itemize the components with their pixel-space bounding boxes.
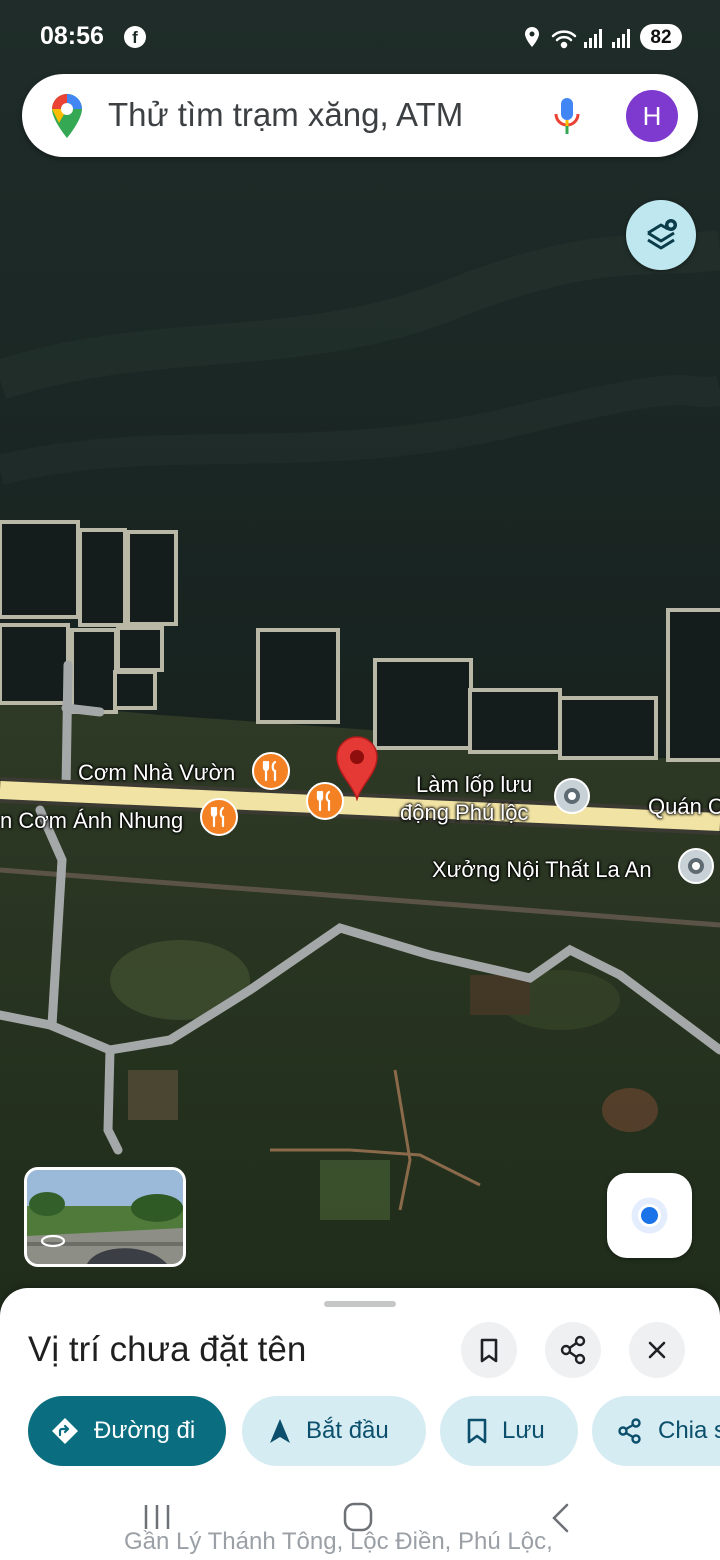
wifi-icon [551, 30, 577, 49]
restaurant-icon[interactable] [200, 798, 238, 836]
restaurant-icon[interactable] [252, 752, 290, 790]
mic-icon[interactable] [552, 96, 582, 138]
360-view-icon [40, 1234, 66, 1248]
layers-icon [647, 219, 677, 250]
bookmark-button[interactable] [461, 1322, 517, 1378]
layers-button[interactable] [626, 200, 696, 270]
home-icon[interactable] [340, 1501, 376, 1533]
close-button[interactable] [629, 1322, 685, 1378]
search-input[interactable]: Thử tìm trạm xăng, ATM [108, 96, 463, 134]
directions-icon [52, 1418, 78, 1444]
poi-label-lam-lop-line1[interactable]: Làm lốp lưu [416, 772, 532, 798]
close-icon [648, 1341, 666, 1359]
poi-label-quan[interactable]: Quán C [648, 794, 720, 820]
share-chip-button[interactable]: Chia s [592, 1396, 720, 1466]
directions-button[interactable]: Đường đi [28, 1396, 226, 1466]
back-icon[interactable] [546, 1502, 576, 1534]
status-icons [525, 27, 630, 49]
status-time: 08:56 [40, 22, 104, 50]
recent-apps-icon[interactable] [140, 1502, 174, 1532]
fork-knife-icon [210, 806, 225, 828]
my-location-button[interactable] [607, 1173, 692, 1258]
place-title: Vị trí chưa đặt tên [28, 1330, 307, 1369]
poi-label-com-anh-nhung[interactable]: n Cơm Ánh Nhung [0, 808, 183, 834]
share-icon [560, 1335, 586, 1365]
start-label: Bắt đầu [306, 1417, 389, 1444]
place-dot-icon [688, 858, 704, 874]
poi-label-lam-lop-line2[interactable]: động Phú lộc [400, 800, 528, 826]
search-bar[interactable]: Thử tìm trạm xăng, ATM H [22, 74, 698, 157]
poi-label-xuong-noi-that[interactable]: Xưởng Nội Thất La An [432, 857, 652, 883]
battery-indicator: 82 [640, 24, 682, 50]
directions-label: Đường đi [94, 1417, 196, 1444]
place-marker-icon[interactable] [554, 778, 590, 814]
navigation-arrow-icon [270, 1419, 290, 1443]
share-button[interactable] [545, 1322, 601, 1378]
save-button[interactable]: Lưu [440, 1396, 578, 1466]
share-label: Chia s [658, 1417, 720, 1444]
bookmark-icon [467, 1418, 487, 1444]
location-icon [525, 27, 539, 47]
account-avatar[interactable]: H [626, 90, 678, 142]
my-location-icon [631, 1197, 668, 1234]
street-view-thumbnail[interactable] [24, 1167, 186, 1267]
share-icon [618, 1418, 641, 1444]
poi-label-com-nha-vuon[interactable]: Cơm Nhà Vườn [78, 760, 235, 786]
system-navigation-bar [0, 1500, 720, 1560]
place-marker-icon[interactable] [678, 848, 714, 884]
dropped-pin-icon[interactable] [333, 733, 381, 801]
facebook-icon: f [124, 26, 146, 48]
google-maps-pin-icon [52, 94, 82, 138]
signal-icon [584, 29, 630, 48]
sheet-drag-handle[interactable] [324, 1301, 396, 1307]
save-label: Lưu [502, 1417, 545, 1444]
start-navigation-button[interactable]: Bắt đầu [242, 1396, 426, 1466]
bookmark-icon [480, 1338, 498, 1363]
place-dot-icon [564, 788, 580, 804]
fork-knife-icon [262, 760, 277, 782]
